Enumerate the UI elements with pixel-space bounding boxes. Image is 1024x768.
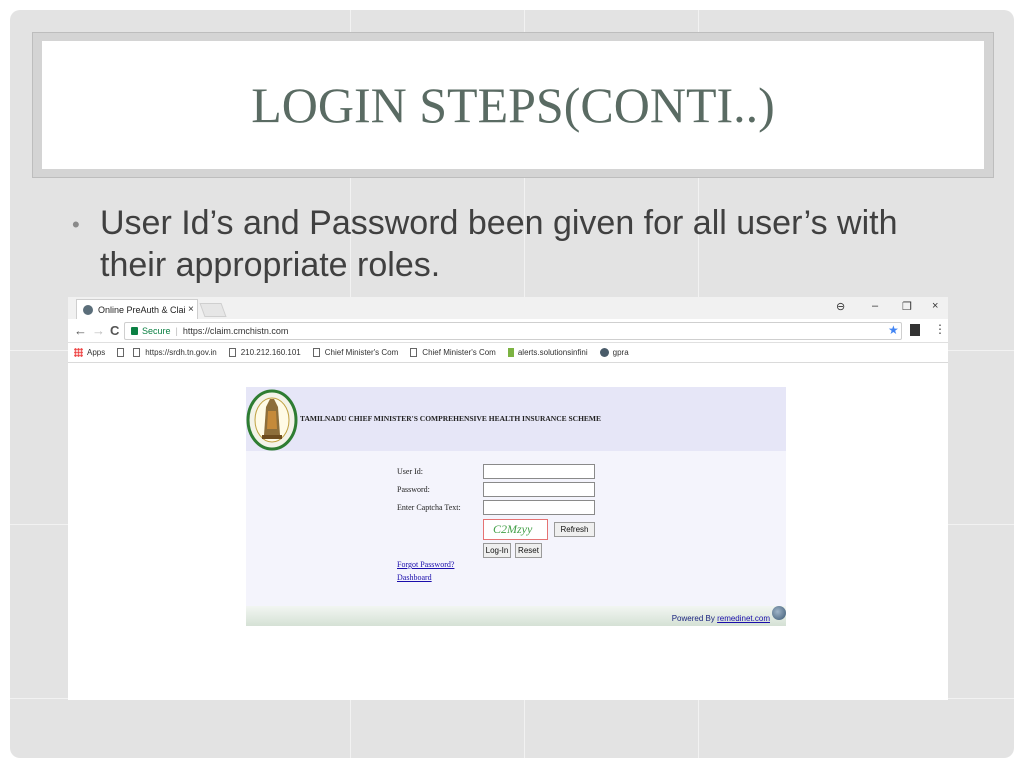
forward-icon[interactable]: → bbox=[92, 323, 105, 338]
login-page: TAMILNADU CHIEF MINISTER'S COMPREHENSIVE… bbox=[246, 387, 786, 627]
globe-icon bbox=[599, 348, 609, 357]
powered-by-label: Powered By bbox=[671, 614, 715, 623]
page-header: TAMILNADU CHIEF MINISTER'S COMPREHENSIVE… bbox=[246, 387, 786, 451]
tamilnadu-emblem-icon bbox=[246, 389, 298, 451]
minimize-icon[interactable]: – bbox=[872, 300, 878, 312]
url-separator: | bbox=[175, 326, 178, 336]
login-button[interactable]: Log-In bbox=[483, 543, 511, 558]
browser-window: Online PreAuth & Claim × ⊖ – ❐ × ← → C S… bbox=[68, 297, 948, 700]
page-footer: Powered By remedinet.com bbox=[246, 606, 786, 626]
title-box: LOGIN STEPS(CONTI..) bbox=[42, 41, 984, 169]
slide: LOGIN STEPS(CONTI..) • User Id’s and Pas… bbox=[10, 10, 1014, 758]
account-icon[interactable]: ⊖ bbox=[836, 300, 845, 313]
bookmark-item[interactable]: alerts.solutionsinfini bbox=[507, 348, 588, 357]
page-icon bbox=[228, 348, 236, 357]
slide-title: LOGIN STEPS(CONTI..) bbox=[251, 77, 775, 133]
forgot-password-link[interactable]: Forgot Password? bbox=[397, 560, 454, 569]
lock-icon bbox=[131, 327, 138, 335]
user-id-label: User Id: bbox=[397, 467, 423, 476]
browser-menu-icon[interactable]: ⋮ bbox=[934, 322, 946, 336]
tab-title: Online PreAuth & Claim bbox=[98, 304, 186, 315]
captcha-label: Enter Captcha Text: bbox=[397, 503, 461, 512]
bookmark-apps[interactable]: Apps bbox=[74, 348, 105, 357]
secure-label: Secure bbox=[142, 326, 171, 336]
refresh-button[interactable]: Refresh bbox=[554, 522, 595, 537]
dashboard-link[interactable]: Dashboard bbox=[397, 573, 432, 582]
page-icon bbox=[312, 348, 320, 357]
bullet-item: • User Id’s and Password been given for … bbox=[72, 202, 972, 286]
title-frame: LOGIN STEPS(CONTI..) bbox=[32, 32, 994, 178]
captcha-image: C2Mzyy bbox=[483, 519, 548, 540]
bullet-dot: • bbox=[72, 212, 80, 237]
globe-icon bbox=[772, 606, 786, 620]
tab-bar: Online PreAuth & Claim × ⊖ – ❐ × bbox=[68, 297, 948, 319]
scheme-title: TAMILNADU CHIEF MINISTER'S COMPREHENSIVE… bbox=[300, 414, 602, 423]
extension-icon[interactable] bbox=[910, 324, 920, 336]
password-label: Password: bbox=[397, 485, 430, 494]
apps-icon bbox=[74, 348, 83, 357]
bookmark-star-icon[interactable]: ★ bbox=[888, 323, 899, 337]
page-icon bbox=[410, 348, 418, 357]
bookmark-label: Chief Minister's Com bbox=[422, 348, 496, 357]
reset-button[interactable]: Reset bbox=[515, 543, 542, 558]
page-icon bbox=[133, 348, 141, 357]
back-icon[interactable]: ← bbox=[74, 323, 87, 338]
bookmark-label: 210.212.160.101 bbox=[240, 348, 301, 357]
browser-tab[interactable]: Online PreAuth & Claim × bbox=[76, 299, 198, 319]
page-icon bbox=[117, 348, 125, 357]
bookmark-item[interactable]: 210.212.160.101 bbox=[228, 348, 301, 357]
url-input[interactable]: Secure | https://claim.cmchistn.com bbox=[124, 322, 902, 340]
new-tab-button[interactable] bbox=[199, 303, 227, 317]
bookmark-label: gpra bbox=[612, 348, 629, 357]
bookmark-label: Chief Minister's Com bbox=[324, 348, 399, 357]
remedinet-link[interactable]: remedinet.com bbox=[717, 614, 770, 623]
flag-icon bbox=[507, 348, 514, 357]
bookmark-label: alerts.solutionsinfini bbox=[517, 348, 588, 357]
tab-close-icon[interactable]: × bbox=[188, 304, 194, 315]
restore-icon[interactable]: ❐ bbox=[902, 300, 912, 313]
bookmark-item[interactable] bbox=[117, 348, 129, 357]
close-window-icon[interactable]: × bbox=[932, 300, 938, 312]
reload-icon[interactable]: C bbox=[110, 323, 119, 338]
password-input[interactable] bbox=[483, 482, 595, 497]
captcha-text: C2Mzyy bbox=[493, 522, 533, 536]
bookmark-item[interactable]: gpra bbox=[599, 348, 629, 357]
captcha-input[interactable] bbox=[483, 500, 595, 515]
address-bar: ← → C Secure | https://claim.cmchistn.co… bbox=[68, 319, 948, 343]
url-text: https://claim.cmchistn.com bbox=[182, 326, 289, 336]
bookmark-item[interactable]: https://srdh.tn.gov.in bbox=[133, 348, 217, 357]
site-globe-icon bbox=[83, 304, 93, 315]
bookmark-label: https://srdh.tn.gov.in bbox=[145, 348, 217, 357]
user-id-input[interactable] bbox=[483, 464, 595, 479]
bookmark-item[interactable]: Chief Minister's Com bbox=[410, 348, 496, 357]
bullet-text: User Id’s and Password been given for al… bbox=[100, 204, 898, 284]
bookmark-label: Apps bbox=[87, 348, 106, 357]
bookmarks-bar: Apps https://srdh.tn.gov.in 210.212.160.… bbox=[68, 343, 948, 363]
powered-by-text: Powered By remedinet.com bbox=[672, 614, 770, 623]
bookmark-item[interactable]: Chief Minister's Com bbox=[312, 348, 399, 357]
